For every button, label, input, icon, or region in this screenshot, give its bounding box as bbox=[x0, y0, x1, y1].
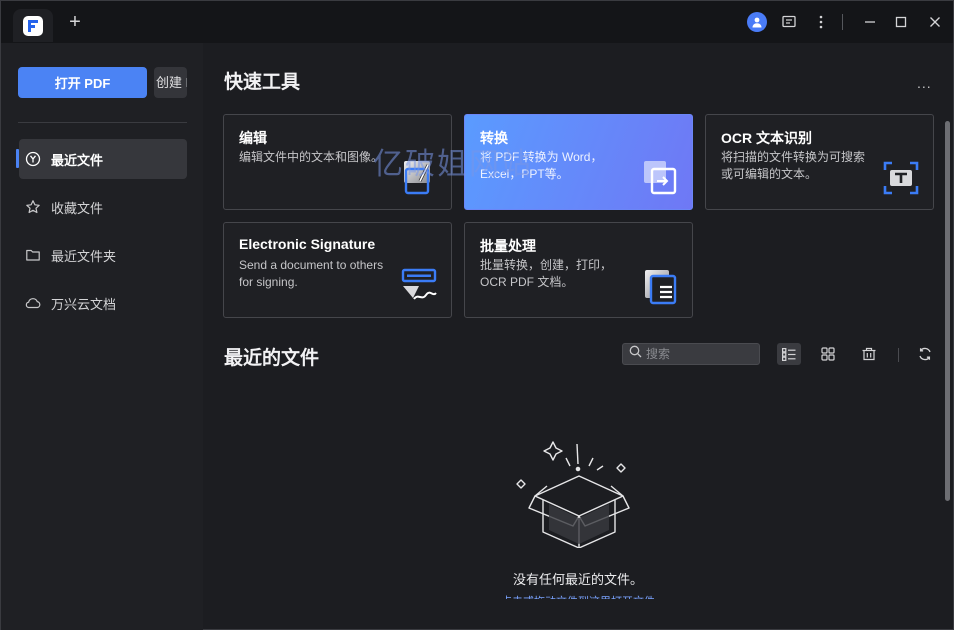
card-title: Electronic Signature bbox=[239, 236, 376, 252]
refresh-icon bbox=[919, 347, 931, 361]
empty-state-hint: 点击或拖动文件到这里打开文件 bbox=[203, 593, 953, 599]
titlebar-divider bbox=[842, 14, 843, 30]
create-pdf-button[interactable]: 创建 PDF bbox=[154, 67, 187, 98]
folder-icon bbox=[24, 246, 42, 264]
card-title: OCR 文本识别 bbox=[721, 130, 812, 146]
card-desc: Send a document to others for signing. bbox=[239, 258, 384, 289]
tool-card-signature[interactable]: Electronic Signature Send a document to … bbox=[223, 222, 452, 318]
tool-card-convert[interactable]: 转换 将 PDF 转换为 Word，Excel，PPT等。 bbox=[464, 114, 693, 210]
card-desc: 编辑文件中的文本和图像。 bbox=[239, 150, 384, 164]
tool-card-ocr[interactable]: OCR 文本识别 将扫描的文件转换为可搜索或可编辑的文本。 bbox=[705, 114, 934, 210]
open-pdf-button[interactable]: 打开 PDF bbox=[18, 67, 147, 98]
home-tab[interactable] bbox=[13, 9, 53, 42]
title-bar: + bbox=[1, 1, 953, 43]
toolbar-divider bbox=[898, 348, 899, 362]
cloud-icon bbox=[24, 294, 42, 312]
sidebar-item-label: 收藏文件 bbox=[51, 200, 104, 216]
delete-button[interactable] bbox=[857, 343, 881, 365]
empty-state-text: 没有任何最近的文件。 bbox=[512, 572, 643, 587]
sidebar-item-label: 最近文件夹 bbox=[51, 248, 117, 264]
recent-icon bbox=[24, 150, 42, 168]
card-title: 编辑 bbox=[239, 130, 267, 146]
grid-view-button[interactable] bbox=[816, 343, 840, 365]
feedback-icon[interactable] bbox=[779, 12, 799, 32]
sidebar-item-label: 万兴云文档 bbox=[51, 296, 117, 312]
card-title: 转换 bbox=[480, 130, 508, 146]
trash-icon bbox=[862, 347, 876, 361]
more-options-button[interactable]: ... bbox=[917, 75, 932, 91]
add-tab-button[interactable]: + bbox=[65, 12, 85, 32]
grid-view-icon bbox=[821, 347, 835, 361]
search-box[interactable] bbox=[622, 343, 760, 365]
search-icon bbox=[629, 345, 642, 363]
sidebar-item-label: 最近文件 bbox=[51, 152, 104, 168]
sidebar-item-recent[interactable]: 最近文件 bbox=[19, 139, 187, 179]
avatar-icon[interactable] bbox=[747, 12, 767, 32]
scrollbar-thumb[interactable] bbox=[945, 121, 950, 501]
minimize-icon[interactable] bbox=[860, 12, 880, 32]
star-icon bbox=[24, 198, 42, 216]
search-input[interactable] bbox=[646, 347, 746, 361]
maximize-icon[interactable] bbox=[891, 12, 911, 32]
signature-icon bbox=[400, 267, 438, 305]
sidebar-item-cloud[interactable]: 万兴云文档 bbox=[19, 283, 187, 323]
refresh-button[interactable] bbox=[913, 343, 937, 365]
close-icon[interactable] bbox=[925, 12, 945, 32]
card-desc: 将扫描的文件转换为可搜索或可编辑的文本。 bbox=[721, 150, 866, 181]
convert-icon bbox=[641, 159, 679, 197]
list-view-icon bbox=[782, 347, 796, 361]
sidebar: 打开 PDF 创建 PDF 最近文件 收藏文件 最近文件夹 万兴云 bbox=[1, 43, 203, 630]
ocr-icon bbox=[882, 159, 920, 197]
more-vertical-icon[interactable] bbox=[811, 12, 831, 32]
tool-card-batch[interactable]: 批量处理 批量转换，创建，打印，OCR PDF 文档。 bbox=[464, 222, 693, 318]
card-title: 批量处理 bbox=[480, 238, 536, 254]
list-view-button[interactable] bbox=[777, 343, 801, 365]
edit-doc-icon bbox=[400, 159, 438, 197]
card-desc: 将 PDF 转换为 Word，Excel，PPT等。 bbox=[480, 150, 603, 181]
app-logo-icon bbox=[23, 15, 43, 36]
recent-files-title: 最近的文件 bbox=[224, 348, 320, 369]
quick-tools-title: 快速工具 bbox=[224, 72, 301, 93]
batch-icon bbox=[641, 267, 679, 305]
app-window: + 打开 PDF 创建 PDF 最近文件 bbox=[0, 0, 954, 630]
tool-card-edit[interactable]: 编辑 编辑文件中的文本和图像。 bbox=[223, 114, 452, 210]
card-desc: 批量转换，创建，打印，OCR PDF 文档。 bbox=[480, 258, 613, 289]
main-content: 快速工具 ... 编辑 编辑文件中的文本和图像。 转换 将 PDF 转换为 Wo… bbox=[203, 43, 953, 630]
sidebar-item-favorites[interactable]: 收藏文件 bbox=[19, 187, 187, 227]
sidebar-divider bbox=[18, 122, 187, 123]
empty-box-illustration bbox=[513, 438, 633, 549]
sidebar-item-recent-folders[interactable]: 最近文件夹 bbox=[19, 235, 187, 275]
